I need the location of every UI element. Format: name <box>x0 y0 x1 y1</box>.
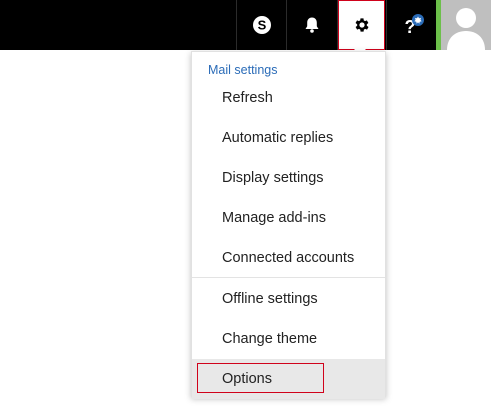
menu-item-automatic-replies[interactable]: Automatic replies <box>192 118 385 158</box>
help-icon: ? <box>405 14 424 37</box>
settings-button[interactable] <box>338 0 385 50</box>
menu-item-label: Automatic replies <box>222 130 334 146</box>
menu-item-label: Refresh <box>222 90 273 106</box>
menu-item-change-theme[interactable]: Change theme <box>192 319 385 359</box>
divider <box>386 0 387 50</box>
settings-dropdown-menu: Mail settings Refresh Automatic replies … <box>191 51 386 399</box>
section-header-mail-settings: Mail settings <box>208 63 278 77</box>
menu-item-label: Connected accounts <box>222 250 355 266</box>
top-navigation-bar: S ? <box>0 0 491 50</box>
gear-icon <box>355 18 369 32</box>
menu-item-label: Display settings <box>222 170 324 186</box>
options-highlight-box <box>197 363 324 393</box>
user-avatar-button[interactable] <box>436 0 491 50</box>
menu-item-refresh[interactable]: Refresh <box>192 78 385 118</box>
menu-item-display-settings[interactable]: Display settings <box>192 158 385 198</box>
menu-item-connected-accounts[interactable]: Connected accounts <box>192 238 385 278</box>
menu-divider <box>192 277 385 278</box>
menu-item-label: Offline settings <box>222 291 318 307</box>
bell-icon <box>305 17 319 33</box>
menu-item-options[interactable]: Options <box>192 359 385 399</box>
menu-item-offline-settings[interactable]: Offline settings <box>192 279 385 319</box>
help-button[interactable]: ? <box>389 0 439 50</box>
avatar-icon <box>447 8 485 50</box>
notifications-button[interactable] <box>287 0 337 50</box>
svg-text:S: S <box>258 18 267 33</box>
menu-item-manage-add-ins[interactable]: Manage add-ins <box>192 198 385 238</box>
skype-icon: S <box>253 16 271 34</box>
menu-item-label: Change theme <box>222 331 318 347</box>
skype-button[interactable]: S <box>237 0 287 50</box>
menu-item-label: Manage add-ins <box>222 210 326 226</box>
